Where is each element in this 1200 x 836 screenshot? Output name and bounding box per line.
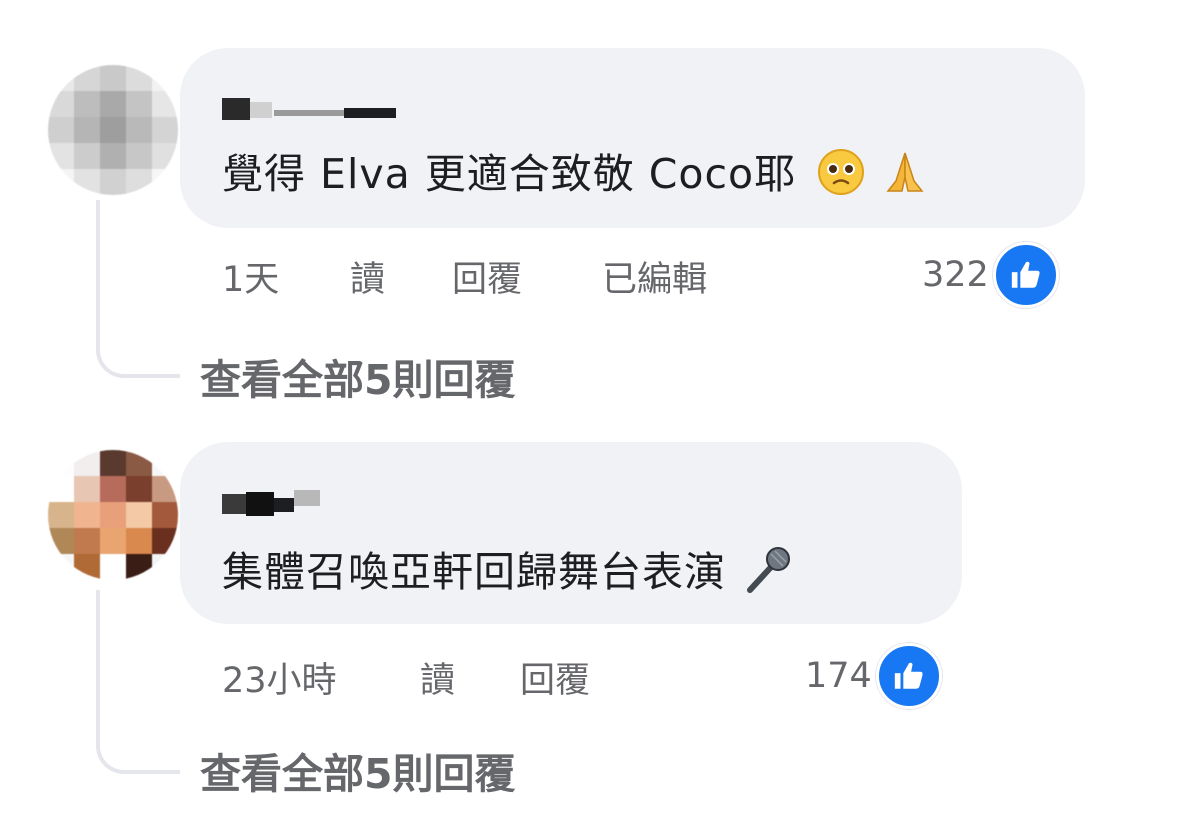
- author-name-redacted[interactable]: [222, 96, 397, 122]
- comment-text: 覺得 Elva 更適合致敬 Coco耶: [222, 140, 930, 207]
- comments-section: 覺得 Elva 更適合致敬 Coco耶 1天 讀 回覆 已編輯 322 查看全部…: [0, 0, 1200, 836]
- comment-bubble: 集體召喚亞軒回歸舞台表演: [180, 442, 962, 624]
- comment-text-content: 覺得 Elva 更適合致敬 Coco耶: [222, 150, 797, 198]
- like-count: 174: [805, 656, 872, 696]
- reply-thread-line: [96, 200, 180, 378]
- read-action[interactable]: 讀: [420, 652, 455, 703]
- pleading-face-icon: [816, 147, 866, 207]
- like-count: 322: [922, 255, 989, 295]
- folded-hands-icon: [880, 147, 930, 207]
- read-action[interactable]: 讀: [350, 251, 385, 302]
- avatar[interactable]: [48, 450, 178, 580]
- reply-button[interactable]: 回覆: [452, 251, 522, 302]
- reaction-summary[interactable]: 174: [805, 643, 942, 709]
- avatar[interactable]: [48, 65, 178, 195]
- like-thumb-icon: [992, 242, 1059, 308]
- comment-timestamp[interactable]: 1天: [222, 251, 279, 302]
- reply-thread-line: [96, 590, 180, 774]
- edited-label[interactable]: 已編輯: [602, 251, 707, 302]
- microphone-icon: [740, 542, 796, 608]
- comment-text-content: 集體召喚亞軒回歸舞台表演: [222, 548, 726, 596]
- comment-text: 集體召喚亞軒回歸舞台表演: [222, 538, 796, 608]
- comment-actions: 1天 讀 回覆 已編輯: [222, 251, 782, 300]
- comment-timestamp[interactable]: 23小時: [222, 652, 337, 703]
- like-thumb-icon: [875, 643, 942, 709]
- reply-button[interactable]: 回覆: [520, 652, 590, 703]
- reaction-summary[interactable]: 322: [922, 242, 1059, 308]
- author-name-redacted[interactable]: [222, 490, 322, 516]
- view-all-replies-link[interactable]: 查看全部5則回覆: [200, 740, 516, 800]
- comment-actions: 23小時 讀 回覆: [222, 652, 642, 701]
- view-all-replies-link[interactable]: 查看全部5則回覆: [200, 346, 516, 406]
- comment-bubble: 覺得 Elva 更適合致敬 Coco耶: [180, 48, 1085, 228]
